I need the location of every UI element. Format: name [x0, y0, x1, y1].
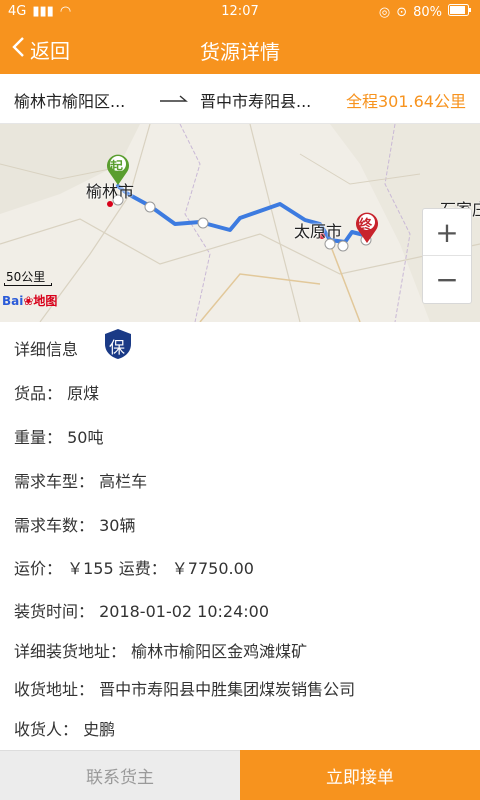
map-scale-bar — [4, 283, 52, 286]
start-pin-label: 起 — [110, 160, 124, 175]
footer-actions: 联系货主 立即接单 — [0, 750, 480, 800]
section-title: 详细信息 — [14, 340, 79, 359]
page-title: 货源详情 — [200, 40, 280, 64]
receiver-row: 收货人： 史鹏 — [14, 720, 116, 739]
baidu-logo-suffix: 地图 — [33, 294, 58, 308]
load-time-row: 装货时间： 2018-01-02 10:24:00 — [14, 602, 270, 621]
route-distance: 全程301.64公里 — [346, 92, 466, 111]
goods-row: 货品： 原煤 — [14, 384, 100, 403]
map-city-end: 太原市 — [294, 222, 343, 241]
zoom-out-button[interactable]: − — [423, 256, 471, 303]
route-map[interactable]: 起 终 榆林市 太原市 石家庄 — [0, 124, 480, 322]
headset-icon: ◎ — [378, 4, 391, 20]
route-from: 榆林市榆阳区... — [14, 92, 126, 111]
insurance-badge-label: 保 — [109, 338, 126, 357]
zoom-control: + − — [422, 208, 472, 304]
accept-order-button[interactable]: 立即接单 — [240, 750, 480, 800]
map-city-start: 榆林市 — [86, 182, 135, 201]
status-right: ◎ ⊙ 80% — [379, 4, 472, 20]
weight-row: 重量： 50吨 — [14, 428, 104, 447]
battery-percent: 80% — [413, 4, 442, 20]
contact-owner-button[interactable]: 联系货主 — [0, 750, 240, 800]
route-to: 晋中市寿阳县... — [200, 92, 312, 111]
map-canvas — [0, 124, 480, 322]
receive-address-row: 收货地址： 晋中市寿阳县中胜集团煤炭销售公司 — [14, 680, 356, 699]
baidu-logo-text: Bai — [2, 294, 24, 308]
baidu-map-logo: Bai❀地图 — [2, 292, 57, 309]
arrow-right-icon — [158, 89, 190, 113]
end-pin-label: 终 — [359, 218, 373, 233]
zoom-in-button[interactable]: + — [423, 209, 471, 256]
status-bar: 4G ▮▮▮ ◠ 12:07 ◎ ⊙ 80% — [0, 0, 480, 24]
location-icon: ⊙ — [396, 4, 408, 20]
vehicle-type-row: 需求车型： 高栏车 — [14, 472, 148, 491]
price-row: 运价： ￥155 运费： ￥7750.00 — [14, 559, 254, 578]
load-address-row: 详细装货地址： 榆林市榆阳区金鸡滩煤矿 — [14, 642, 308, 661]
battery-icon — [448, 4, 472, 20]
nav-bar: 返回 货源详情 — [0, 24, 480, 74]
insurance-badge: 保 — [104, 328, 132, 360]
route-summary: 榆林市榆阳区... 晋中市寿阳县... 全程301.64公里 — [0, 74, 480, 124]
vehicle-count-row: 需求车数： 30辆 — [14, 516, 136, 535]
paw-icon: ❀ — [23, 294, 34, 308]
